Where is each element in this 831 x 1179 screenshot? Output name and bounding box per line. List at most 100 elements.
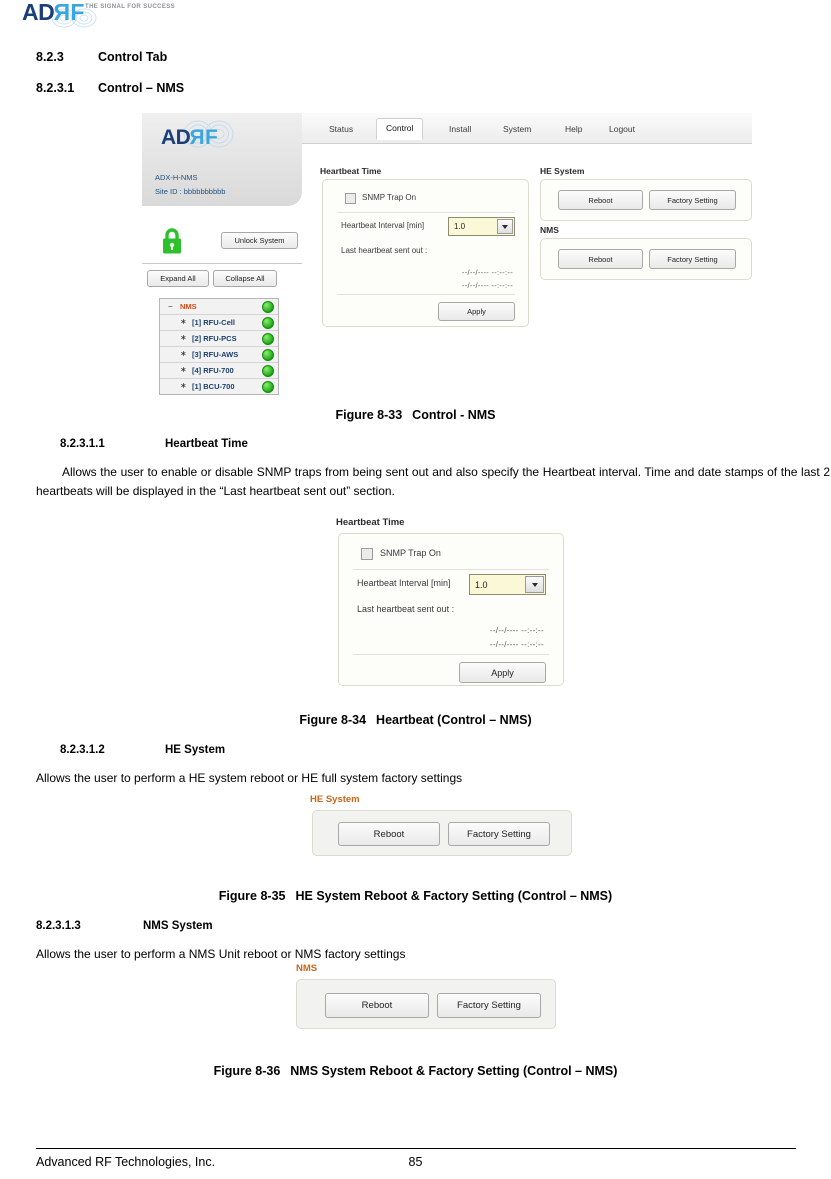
- logo-text-f: F: [70, 0, 84, 25]
- nms-system-reboot-button[interactable]: Reboot: [558, 249, 643, 269]
- unlock-system-button[interactable]: Unlock System: [221, 232, 298, 249]
- figure-8-34-caption: Figure 8-34 Heartbeat (Control – NMS): [0, 713, 831, 727]
- device-tree[interactable]: − NMS ∗ [1] RFU-Cell ∗ [2] RFU-PCS ∗ [3]…: [159, 298, 279, 395]
- status-led: [262, 381, 274, 393]
- panel-divider: [353, 654, 549, 655]
- chevron-down-icon[interactable]: [525, 576, 544, 593]
- heartbeat-apply-button[interactable]: Apply: [459, 662, 546, 683]
- heartbeat-panel: SNMP Trap On Heartbeat Interval [min] 1.…: [322, 179, 529, 327]
- heading-8-2-3-1-number: 8.2.3.1: [36, 81, 75, 95]
- snmp-trap-checkbox[interactable]: [345, 193, 356, 204]
- status-led: [262, 301, 274, 313]
- last-heartbeat-label: Last heartbeat sent out :: [357, 604, 455, 614]
- device-logo-r: R: [190, 126, 206, 149]
- tab-install[interactable]: Install: [440, 120, 480, 139]
- figure-8-34-screenshot: Heartbeat Time SNMP Trap On Heartbeat In…: [336, 513, 576, 693]
- nms-system-panel: Reboot Factory Setting: [540, 238, 752, 280]
- tab-logout[interactable]: Logout: [600, 120, 644, 139]
- paragraph-he-system: Allows the user to perform a HE system r…: [36, 771, 463, 785]
- chevron-down-icon[interactable]: [497, 219, 513, 234]
- heartbeat-group-title: Heartbeat Time: [336, 517, 405, 528]
- logo-text-r: R: [54, 0, 71, 25]
- heading-8-2-3-1-3: 8.2.3.1.3 NMS System: [36, 920, 213, 932]
- heartbeat-interval-select[interactable]: 1.0: [469, 574, 546, 595]
- nms-system-reboot-button[interactable]: Reboot: [325, 993, 429, 1018]
- he-system-panel: Reboot Factory Setting: [312, 810, 572, 856]
- last-heartbeat-stamp-2: --/--/---- --:--:--: [489, 640, 544, 649]
- expand-all-button[interactable]: Expand All: [147, 270, 209, 287]
- heading-8-2-3-1-1-number: 8.2.3.1.1: [60, 438, 105, 450]
- figure-8-33-title: Control - NMS: [412, 408, 496, 422]
- logo-text-ad: AD: [22, 0, 55, 25]
- heading-8-2-3-text: Control Tab: [98, 50, 168, 64]
- he-system-factory-setting-button[interactable]: Factory Setting: [448, 822, 550, 846]
- heading-8-2-3-1-2: 8.2.3.1.2 HE System: [60, 744, 225, 756]
- heading-8-2-3: 8.2.3 Control Tab: [36, 50, 167, 64]
- last-heartbeat-label: Last heartbeat sent out :: [341, 246, 428, 255]
- tree-item-label: NMS: [180, 302, 197, 311]
- figure-8-36-title: NMS System Reboot & Factory Setting (Con…: [290, 1064, 618, 1078]
- last-heartbeat-stamp-1: --/--/---- --:--:--: [489, 626, 544, 635]
- tree-row[interactable]: ∗ [2] RFU-PCS: [160, 331, 278, 347]
- tree-row[interactable]: ∗ [3] RFU-AWS: [160, 347, 278, 363]
- figure-8-35-title: HE System Reboot & Factory Setting (Cont…: [295, 889, 613, 903]
- device-logo-ad: AD: [161, 126, 191, 149]
- figure-8-34-number: Figure 8-34: [299, 713, 367, 727]
- logo-wordmark: ADRF: [22, 0, 84, 25]
- tree-row[interactable]: ∗ [1] BCU-700: [160, 379, 278, 394]
- snmp-trap-label: SNMP Trap On: [380, 548, 441, 558]
- status-led: [262, 365, 274, 377]
- collapse-all-button[interactable]: Collapse All: [213, 270, 277, 287]
- device-card-logo: ADRF: [161, 126, 218, 150]
- tree-collapse-icon[interactable]: −: [168, 302, 173, 311]
- tree-item-label: [2] RFU-PCS: [192, 334, 237, 343]
- last-heartbeat-stamp-2: --/--/---- --:--:--: [461, 281, 513, 290]
- tree-leaf-icon: ∗: [180, 381, 187, 390]
- tab-help[interactable]: Help: [556, 120, 591, 139]
- footer-page-number: 85: [408, 1155, 423, 1169]
- heading-8-2-3-1-1: 8.2.3.1.1 Heartbeat Time: [60, 438, 248, 450]
- he-system-reboot-button[interactable]: Reboot: [558, 190, 643, 210]
- tree-item-label: [4] RFU-700: [192, 366, 234, 375]
- heartbeat-interval-value: 1.0: [475, 579, 488, 590]
- nms-system-factory-setting-button[interactable]: Factory Setting: [649, 249, 736, 269]
- heartbeat-apply-button[interactable]: Apply: [438, 302, 515, 321]
- device-model: ADX-H-NMS: [155, 173, 198, 182]
- he-system-factory-setting-button[interactable]: Factory Setting: [649, 190, 736, 210]
- nms-system-group-title: NMS: [296, 963, 318, 974]
- tree-row[interactable]: ∗ [4] RFU-700: [160, 363, 278, 379]
- figure-8-36-caption: Figure 8-36 NMS System Reboot & Factory S…: [0, 1064, 831, 1078]
- heartbeat-interval-label: Heartbeat Interval [min]: [341, 221, 425, 230]
- device-card: ADRF ADX-H-NMS Site ID : bbbbbbbbbb: [142, 113, 302, 206]
- he-system-reboot-button[interactable]: Reboot: [338, 822, 440, 846]
- heading-8-2-3-1: 8.2.3.1 Control – NMS: [36, 81, 184, 95]
- tree-item-label: [3] RFU-AWS: [192, 350, 239, 359]
- tree-item-label: [1] RFU-Cell: [192, 318, 235, 327]
- nms-system-group-title: NMS: [540, 225, 559, 235]
- heading-8-2-3-1-2-number: 8.2.3.1.2: [60, 744, 105, 756]
- heartbeat-interval-select[interactable]: 1.0: [448, 217, 515, 236]
- nms-system-factory-setting-button[interactable]: Factory Setting: [437, 993, 541, 1018]
- footer-divider: [36, 1148, 796, 1149]
- tab-system[interactable]: System: [494, 120, 540, 139]
- tree-leaf-icon: ∗: [180, 317, 187, 326]
- logo-tagline: THE SIGNAL FOR SUCCESS: [85, 4, 176, 10]
- snmp-trap-label: SNMP Trap On: [362, 193, 417, 202]
- figure-8-33-number: Figure 8-33: [335, 408, 403, 422]
- heartbeat-interval-value: 1.0: [454, 222, 466, 231]
- tree-leaf-icon: ∗: [180, 333, 187, 342]
- page-header-logo: ADRF THE SIGNAL FOR SUCCESS: [22, 0, 272, 34]
- figure-8-36-screenshot: NMS Reboot Factory Setting: [288, 963, 568, 1035]
- device-site-id: Site ID : bbbbbbbbbb: [155, 187, 226, 196]
- tree-row[interactable]: − NMS: [160, 299, 278, 315]
- tab-control[interactable]: Control: [376, 118, 424, 140]
- heading-8-2-3-1-3-number: 8.2.3.1.3: [36, 920, 81, 932]
- snmp-trap-checkbox[interactable]: [361, 548, 373, 560]
- tree-row[interactable]: ∗ [1] RFU-Cell: [160, 315, 278, 331]
- tree-item-label: [1] BCU-700: [192, 382, 235, 391]
- tab-status[interactable]: Status: [320, 120, 362, 139]
- device-logo-f: F: [205, 126, 218, 149]
- he-system-group-title: HE System: [310, 794, 360, 805]
- figure-8-33-caption: Figure 8-33 Control - NMS: [0, 408, 831, 422]
- panel-divider: [337, 294, 515, 295]
